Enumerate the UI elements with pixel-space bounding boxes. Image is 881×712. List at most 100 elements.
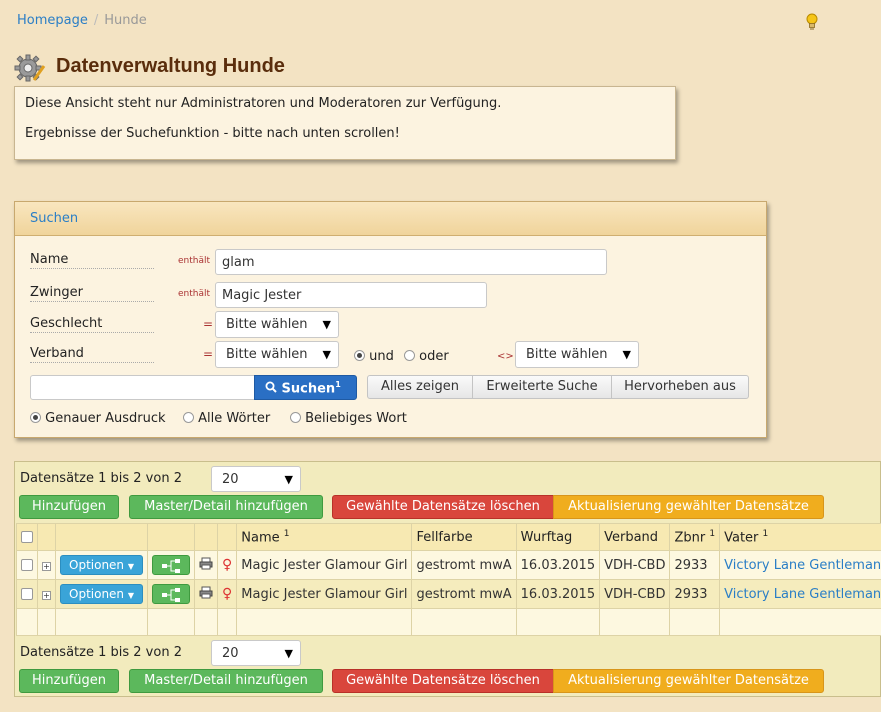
mode-any-label: Beliebiges Wort <box>305 411 407 426</box>
advanced-search-button[interactable]: Erweiterte Suche <box>472 375 612 399</box>
column-header-fellfarbe[interactable]: Fellfarbe <box>411 523 517 551</box>
page-title: Datenverwaltung Hunde <box>56 55 285 77</box>
mode-exact-radio[interactable] <box>30 412 41 423</box>
chevron-down-icon: ▼ <box>322 318 331 331</box>
records-count-top: Datensätze 1 bis 2 von 2 <box>20 471 182 486</box>
breadcrumb-separator: / <box>93 13 99 28</box>
row-checkbox[interactable] <box>21 587 33 600</box>
verband2-select-value: Bitte wählen <box>526 347 608 362</box>
search-button-sup: 1 <box>335 380 341 389</box>
page-size-select-bottom[interactable]: 20 ▼ <box>211 640 301 666</box>
cell-verband: VDH-CBD <box>599 550 671 580</box>
column-fellfarbe-label: Fellfarbe <box>416 529 473 545</box>
search-panel-title: Suchen <box>30 211 79 226</box>
search-button[interactable]: Suchen1 <box>254 375 357 400</box>
tree-icon <box>162 559 181 573</box>
verband-operator: = <box>203 347 214 361</box>
add-button-bottom[interactable]: Hinzufügen <box>19 669 119 693</box>
search-panel-header[interactable]: Suchen <box>15 202 766 236</box>
delete-selected-button-top[interactable]: Gewählte Datensätze löschen <box>332 495 554 519</box>
cell-wurftag: 16.03.2015 <box>515 550 601 580</box>
cell-name: Magic Jester Glamour Girl <box>236 550 413 580</box>
select-all-checkbox[interactable] <box>21 530 33 543</box>
row-checkbox[interactable] <box>21 558 33 571</box>
options-header <box>54 523 149 551</box>
column-vater-label: Vater <box>724 530 759 546</box>
table-row[interactable]: + Optionen ▼ ♀ Magic Jester Glamour Girl… <box>16 550 881 580</box>
oder-radio-group[interactable]: oder <box>404 349 449 364</box>
mode-exact-group[interactable]: Genauer Ausdruck <box>30 411 166 426</box>
cell-wurftag: 16.03.2015 <box>515 579 601 609</box>
geschlecht-operator: = <box>203 317 214 331</box>
und-radio-group[interactable]: und <box>354 349 394 364</box>
search-icon <box>265 381 277 394</box>
quick-search-input[interactable] <box>30 375 255 400</box>
add-button-top[interactable]: Hinzufügen <box>19 495 119 519</box>
cell-zbnr: 2933 <box>669 579 721 609</box>
print-icon[interactable] <box>199 586 213 599</box>
verband2-operator: <> <box>497 351 514 362</box>
add-master-detail-button-bottom[interactable]: Master/Detail hinzufügen <box>129 669 323 693</box>
search-panel: Suchen Name enthält Zwinger enthält Gesc… <box>14 201 767 438</box>
print-icon[interactable] <box>199 557 213 570</box>
cell-vater-link[interactable]: Victory Lane Gentleman <box>719 579 881 609</box>
update-selected-button-bottom[interactable]: Aktualisierung gewählter Datensätze <box>553 669 824 693</box>
lightbulb-icon[interactable] <box>805 13 819 31</box>
chevron-down-icon: ▼ <box>127 591 135 600</box>
column-header-wurftag[interactable]: Wurftag <box>515 523 601 551</box>
name-input[interactable] <box>215 249 607 275</box>
verband2-select[interactable]: Bitte wählen ▼ <box>515 341 639 368</box>
options-button[interactable]: Optionen ▼ <box>60 584 144 604</box>
column-header-vater[interactable]: Vater 1 <box>719 523 881 551</box>
table-row-empty <box>16 608 881 636</box>
info-line-admin: Diese Ansicht steht nur Administratoren … <box>25 96 502 111</box>
oder-radio-label: oder <box>419 349 449 364</box>
geschlecht-label: Geschlecht <box>30 316 154 333</box>
tree-button[interactable] <box>152 555 191 575</box>
geschlecht-select-value: Bitte wählen <box>226 317 308 332</box>
expand-icon[interactable]: + <box>42 561 51 571</box>
add-master-detail-button-top[interactable]: Master/Detail hinzufügen <box>129 495 323 519</box>
column-verband-label: Verband <box>604 529 659 545</box>
zwinger-input[interactable] <box>215 282 487 308</box>
column-vater-sup: 1 <box>762 528 769 539</box>
geschlecht-select[interactable]: Bitte wählen ▼ <box>215 311 339 338</box>
grid-area: Datensätze 1 bis 2 von 2 20 ▼ Hinzufügen… <box>14 461 881 697</box>
grid-header-row: Name 1 Fellfarbe Wurftag Verband Zbnr 1 … <box>16 523 881 551</box>
verband-select[interactable]: Bitte wählen ▼ <box>215 341 339 368</box>
show-all-button[interactable]: Alles zeigen <box>367 375 473 399</box>
mode-all-radio[interactable] <box>183 412 194 423</box>
select-all-header <box>16 523 38 551</box>
breadcrumb-home-link[interactable]: Homepage <box>17 13 88 28</box>
chevron-down-icon: ▼ <box>284 473 293 486</box>
cell-fellfarbe: gestromt mwA <box>411 579 517 609</box>
options-button[interactable]: Optionen ▼ <box>60 555 144 575</box>
delete-selected-button-bottom[interactable]: Gewählte Datensätze löschen <box>332 669 554 693</box>
breadcrumb: Homepage / Hunde <box>17 13 147 28</box>
page-size-value: 20 <box>222 472 239 487</box>
update-selected-button-top[interactable]: Aktualisierung gewählter Datensätze <box>553 495 824 519</box>
page-size-select-top[interactable]: 20 ▼ <box>211 466 301 492</box>
column-header-zbnr[interactable]: Zbnr 1 <box>669 523 721 551</box>
mode-all-group[interactable]: Alle Wörter <box>183 411 270 426</box>
table-row[interactable]: + Optionen ▼ ♀ Magic Jester Glamour Girl… <box>16 579 881 609</box>
data-grid: Name 1 Fellfarbe Wurftag Verband Zbnr 1 … <box>16 523 881 636</box>
und-radio[interactable] <box>354 350 365 361</box>
breadcrumb-current: Hunde <box>104 13 147 28</box>
highlight-off-button[interactable]: Hervorheben aus <box>611 375 749 399</box>
und-radio-label: und <box>369 349 394 364</box>
mode-any-radio[interactable] <box>290 412 301 423</box>
cell-zbnr: 2933 <box>669 550 721 580</box>
mode-any-group[interactable]: Beliebiges Wort <box>290 411 407 426</box>
expand-header <box>37 523 56 551</box>
expand-icon[interactable]: + <box>42 590 51 600</box>
records-count-bottom: Datensätze 1 bis 2 von 2 <box>20 645 182 660</box>
verband-select-value: Bitte wählen <box>226 347 308 362</box>
cell-vater-link[interactable]: Victory Lane Gentleman <box>719 550 881 580</box>
chevron-down-icon: ▼ <box>622 348 631 361</box>
column-header-verband[interactable]: Verband <box>599 523 671 551</box>
oder-radio[interactable] <box>404 350 415 361</box>
cell-fellfarbe: gestromt mwA <box>411 550 517 580</box>
column-header-name[interactable]: Name 1 <box>236 523 413 551</box>
tree-button[interactable] <box>152 584 191 604</box>
